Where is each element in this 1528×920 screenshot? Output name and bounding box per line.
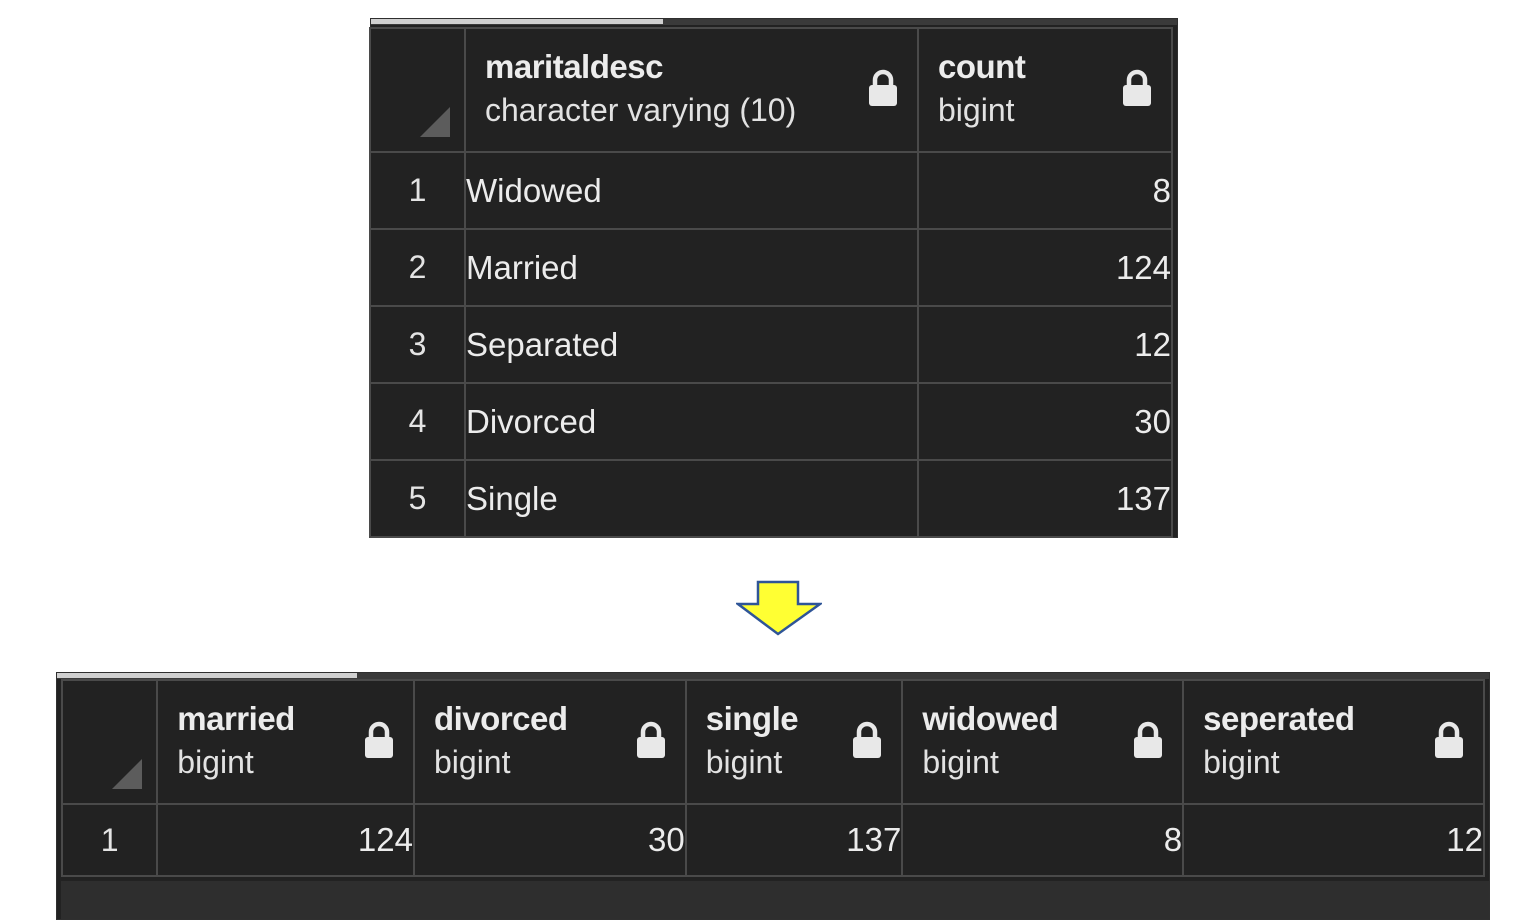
select-all-corner[interactable]	[60, 679, 159, 805]
cell-married[interactable]: 124	[156, 803, 415, 877]
scrollbar-thumb[interactable]	[57, 673, 357, 678]
top-data-table: maritaldesc character varying (10) count…	[369, 27, 1173, 538]
column-header-seperated[interactable]: seperated bigint	[1182, 679, 1485, 805]
column-header-divorced[interactable]: divorced bigint	[412, 679, 687, 805]
table-row[interactable]: 3 Separated 12	[369, 305, 1173, 384]
cell-count[interactable]: 8	[917, 151, 1173, 230]
cell-count[interactable]: 124	[917, 228, 1173, 307]
cell-count[interactable]: 12	[917, 305, 1173, 384]
select-all-corner-icon	[112, 759, 143, 789]
row-number[interactable]: 1	[369, 151, 466, 230]
column-header-widowed[interactable]: widowed bigint	[901, 679, 1185, 805]
table-row[interactable]: 2 Married 124	[369, 228, 1173, 307]
select-all-corner[interactable]	[369, 27, 466, 153]
lock-icon	[1123, 69, 1151, 106]
cell-maritaldesc[interactable]: Married	[464, 228, 919, 307]
top-result-grid: maritaldesc character varying (10) count…	[369, 18, 1178, 538]
transform-arrow	[734, 580, 824, 636]
table-row[interactable]: 5 Single 137	[369, 459, 1173, 538]
column-header-maritaldesc[interactable]: maritaldesc character varying (10)	[464, 27, 919, 153]
header-row: married bigint divorced bigint single bi…	[60, 679, 1485, 805]
lock-icon	[636, 721, 665, 758]
lock-icon	[364, 721, 393, 758]
row-number[interactable]: 3	[369, 305, 466, 384]
table-row[interactable]: 4 Divorced 30	[369, 382, 1173, 461]
cell-count[interactable]: 30	[917, 382, 1173, 461]
cell-divorced[interactable]: 30	[412, 803, 687, 877]
down-arrow-icon	[734, 580, 824, 636]
cell-seperated[interactable]: 12	[1182, 803, 1485, 877]
empty-grid-area	[61, 881, 1489, 919]
header-row: maritaldesc character varying (10) count…	[369, 27, 1173, 153]
column-name: maritaldesc	[485, 48, 663, 85]
row-number[interactable]: 4	[369, 382, 466, 461]
cell-single[interactable]: 137	[684, 803, 904, 877]
bottom-data-table: married bigint divorced bigint single bi…	[60, 679, 1485, 877]
table-row[interactable]: 1 124 30 137 8 12	[60, 803, 1485, 877]
cell-count[interactable]: 137	[917, 459, 1173, 538]
row-number[interactable]: 5	[369, 459, 466, 538]
lock-icon	[1134, 721, 1163, 758]
cell-maritaldesc[interactable]: Widowed	[464, 151, 919, 230]
column-header-count[interactable]: count bigint	[917, 27, 1173, 153]
cell-maritaldesc[interactable]: Separated	[464, 305, 919, 384]
horizontal-scrollbar[interactable]	[371, 19, 1177, 25]
bottom-result-grid: married bigint divorced bigint single bi…	[56, 672, 1490, 920]
row-number[interactable]: 2	[369, 228, 466, 307]
cell-maritaldesc[interactable]: Divorced	[464, 382, 919, 461]
cell-widowed[interactable]: 8	[901, 803, 1185, 877]
column-header-married[interactable]: married bigint	[156, 679, 415, 805]
lock-icon	[869, 69, 897, 106]
row-number[interactable]: 1	[60, 803, 159, 877]
column-header-single[interactable]: single bigint	[684, 679, 904, 805]
cell-maritaldesc[interactable]: Single	[464, 459, 919, 538]
select-all-corner-icon	[420, 107, 450, 137]
lock-icon	[1435, 721, 1463, 758]
table-row[interactable]: 1 Widowed 8	[369, 151, 1173, 230]
lock-icon	[853, 721, 882, 758]
column-type: character varying (10)	[485, 92, 797, 128]
scrollbar-thumb[interactable]	[371, 19, 663, 24]
